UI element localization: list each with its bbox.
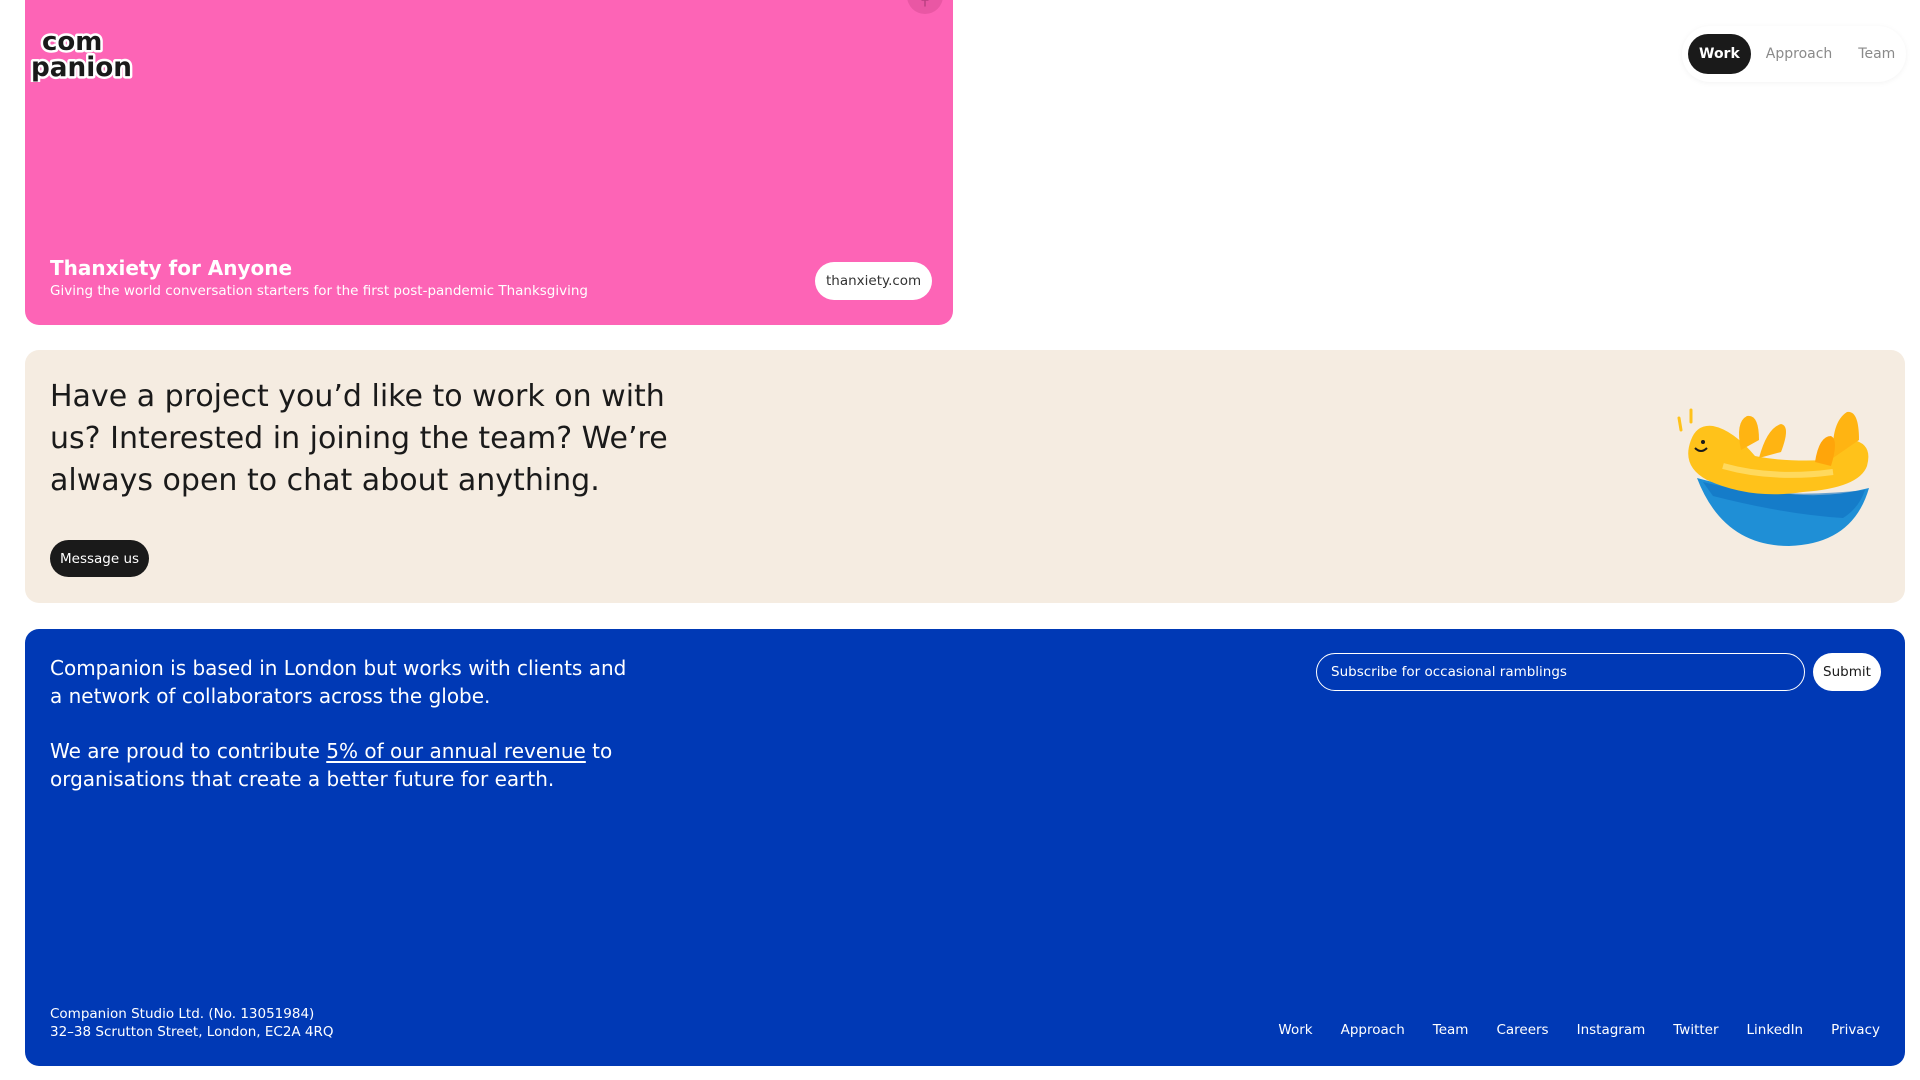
footer-pledge-text: We are proud to contribute 5% of our ann… [50, 737, 630, 793]
footer-link-twitter[interactable]: Twitter [1673, 1022, 1718, 1038]
floating-figure-illustration [1677, 408, 1869, 546]
company-address: 32–38 Scrutton Street, London, EC2A 4RQ [50, 1024, 334, 1040]
footer-link-privacy[interactable]: Privacy [1831, 1022, 1880, 1038]
project-description: Giving the world conversation starters f… [50, 283, 588, 299]
footer-about-text: Companion is based in London but works w… [50, 656, 627, 708]
company-info: Companion Studio Ltd. (No. 13051984) 32–… [50, 1005, 334, 1041]
footer-nav: Work Approach Team Careers Instagram Twi… [1278, 1022, 1880, 1038]
contact-panel: Have a project you’d like to work on wit… [25, 350, 1905, 603]
project-card[interactable]: Thanxiety for Anyone Giving the world co… [25, 0, 953, 325]
footer-link-careers[interactable]: Careers [1496, 1022, 1548, 1038]
nav-item-approach[interactable]: Approach [1755, 34, 1844, 74]
revenue-pledge-link[interactable]: 5% of our annual revenue [326, 739, 586, 763]
pin-icon[interactable] [907, 0, 943, 14]
companion-logo[interactable]: com panion [28, 24, 136, 83]
subscribe-email-input[interactable] [1316, 653, 1805, 691]
contact-headline: Have a project you’d like to work on wit… [50, 379, 668, 498]
footer-link-work[interactable]: Work [1278, 1022, 1312, 1038]
top-nav: Work Approach Team [1682, 26, 1906, 82]
footer-pledge-prefix: We are proud to contribute [50, 739, 327, 763]
logo-text-bottom: panion [31, 52, 132, 82]
footer-link-instagram[interactable]: Instagram [1577, 1022, 1646, 1038]
nav-item-work[interactable]: Work [1688, 34, 1751, 74]
nav-item-team[interactable]: Team [1847, 34, 1906, 74]
subscribe-submit-button[interactable]: Submit [1813, 653, 1881, 691]
company-registration: Companion Studio Ltd. (No. 13051984) [50, 1006, 315, 1022]
footer-link-approach[interactable]: Approach [1341, 1022, 1405, 1038]
site-footer: Companion is based in London but works w… [25, 629, 1905, 1066]
project-link-button[interactable]: thanxiety.com [815, 262, 933, 300]
footer-link-team[interactable]: Team [1433, 1022, 1469, 1038]
footer-link-linkedin[interactable]: LinkedIn [1747, 1022, 1804, 1038]
project-title: Thanxiety for Anyone [50, 256, 293, 280]
message-us-button[interactable]: Message us [50, 540, 150, 577]
